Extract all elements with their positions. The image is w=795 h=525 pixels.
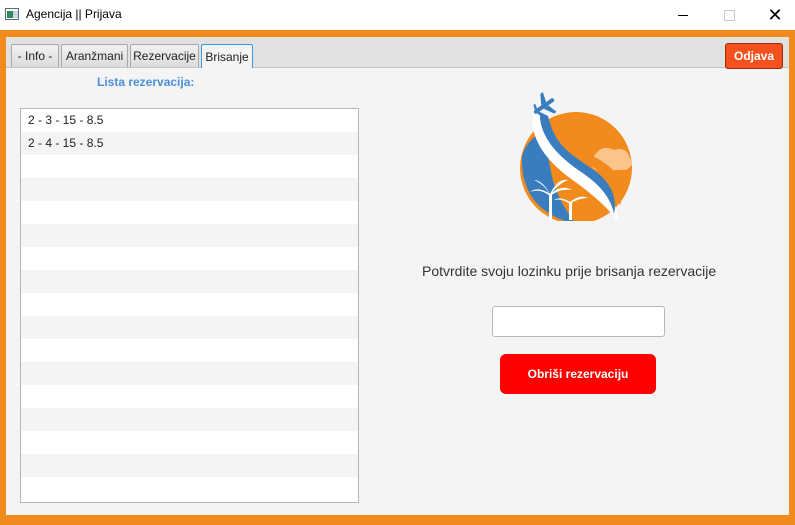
title-bar: Agencija || Prijava ✕ (0, 0, 795, 30)
tab-rezervacije[interactable]: Rezervacije (130, 44, 199, 67)
close-icon: ✕ (767, 4, 783, 25)
maximize-button[interactable] (706, 0, 752, 30)
password-field[interactable] (492, 306, 665, 337)
empty-row (21, 408, 358, 431)
app-icon (5, 8, 19, 20)
tab-brisanje[interactable]: Brisanje (201, 44, 253, 68)
list-item[interactable]: 2 - 4 - 15 - 8.5 (21, 132, 358, 155)
empty-row (21, 385, 358, 408)
empty-row (21, 224, 358, 247)
empty-row (21, 362, 358, 385)
minimize-icon (678, 14, 688, 16)
app-content: - Info - Aranžmani Rezervacije Brisanje … (6, 37, 789, 515)
logout-button[interactable]: Odjava (725, 43, 783, 69)
travel-logo (520, 92, 633, 221)
empty-row (21, 339, 358, 362)
delete-prompt: Potvrdite svoju lozinku prije brisanja r… (422, 263, 717, 279)
empty-row (21, 293, 358, 316)
list-item[interactable]: 2 - 3 - 15 - 8.5 (21, 109, 358, 132)
tab-aranzmani[interactable]: Aranžmani (61, 44, 128, 67)
close-button[interactable]: ✕ (752, 0, 795, 30)
maximize-icon (723, 9, 735, 21)
empty-row (21, 316, 358, 339)
tab-info[interactable]: - Info - (11, 44, 59, 67)
window-title: Agencija || Prijava (26, 7, 122, 21)
reservations-list[interactable]: 2 - 3 - 15 - 8.5 2 - 4 - 15 - 8.5 (20, 108, 359, 503)
empty-row (21, 178, 358, 201)
delete-reservation-button[interactable]: Obriši rezervaciju (500, 354, 656, 394)
tab-bar: - Info - Aranžmani Rezervacije Brisanje … (6, 37, 789, 69)
minimize-button[interactable] (660, 0, 706, 30)
empty-row (21, 454, 358, 477)
empty-row (21, 477, 358, 500)
empty-row (21, 431, 358, 454)
empty-row (21, 155, 358, 178)
reservations-list-title: Lista rezervacija: (97, 75, 195, 89)
empty-row (21, 247, 358, 270)
empty-row (21, 270, 358, 293)
empty-row (21, 201, 358, 224)
